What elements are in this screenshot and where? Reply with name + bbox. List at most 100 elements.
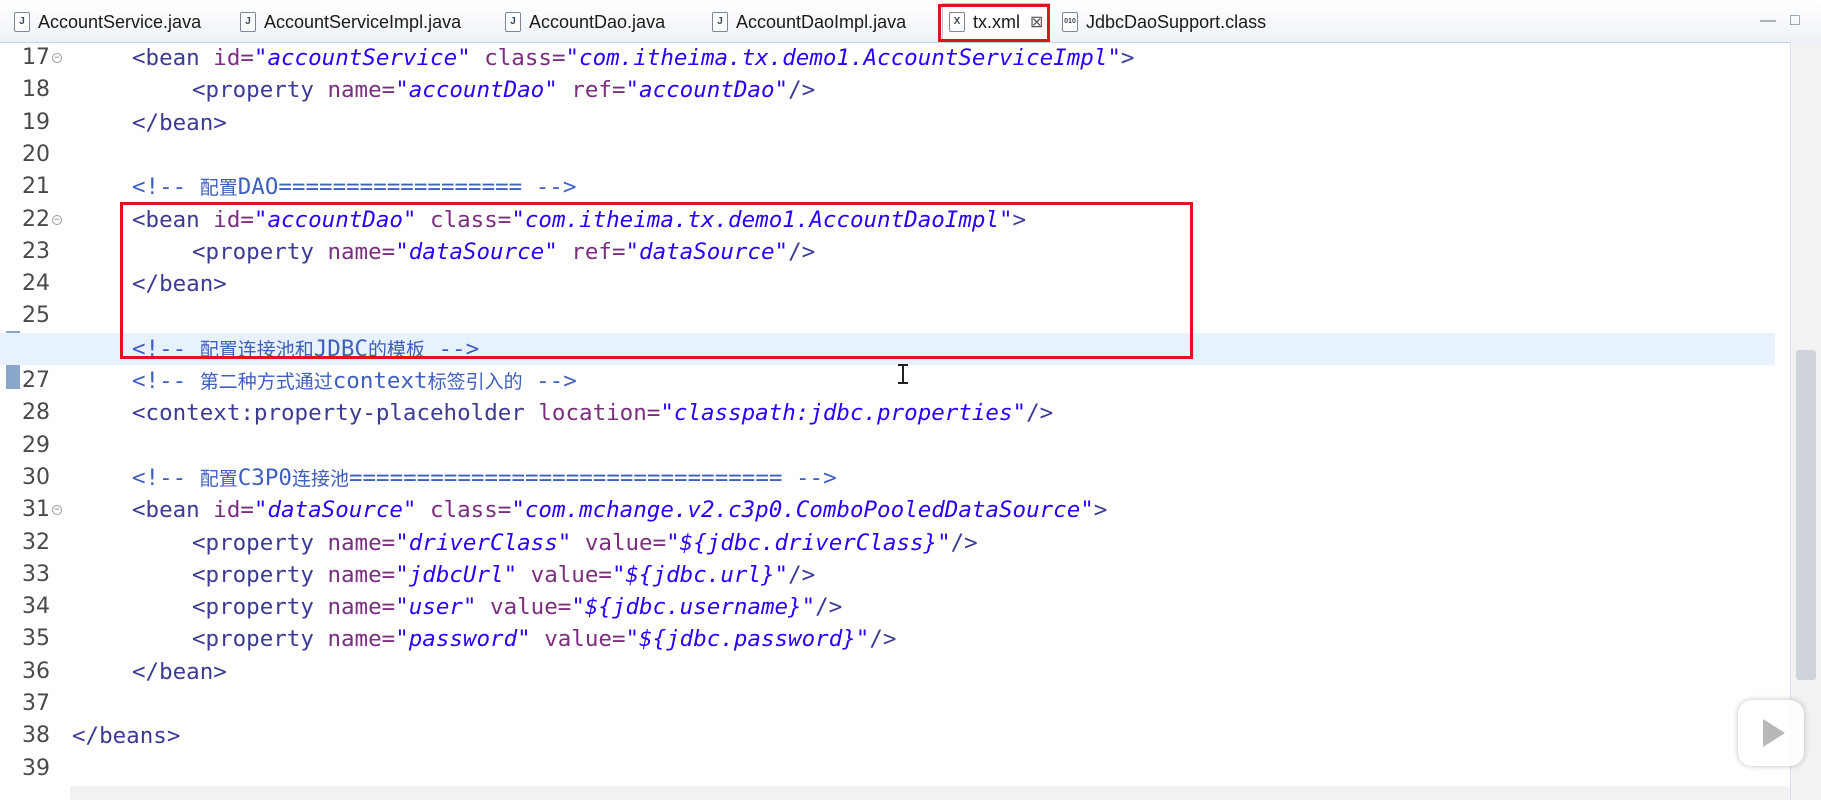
attr-value: "accountService": [253, 45, 471, 71]
comment-part: C3P0: [237, 464, 292, 491]
comment-part: <!--: [132, 368, 200, 394]
attr-value: "user": [395, 594, 477, 621]
code-line-31[interactable]: <bean id="dataSource" class="com.mchange…: [0, 494, 1775, 526]
code-text: </bean>: [132, 109, 227, 136]
code-line-30[interactable]: <!-- 配置C3P0连接池==========================…: [0, 462, 1775, 494]
attr-value: "dataSource": [253, 497, 417, 524]
code-text: <bean id="accountService" class="com.ith…: [72, 42, 1134, 74]
line-number-25: 25: [0, 300, 72, 332]
attr: value=: [517, 561, 612, 588]
play-icon[interactable]: [1738, 700, 1804, 766]
tag: />: [869, 626, 897, 653]
attr-value: "com.itheima.tx.demo1.AccountServiceImpl…: [565, 45, 1121, 71]
code-line-21[interactable]: <!-- 配置DAO================== -->: [0, 171, 1775, 203]
line-number: 25: [22, 303, 50, 329]
comment: <!-- 配置DAO================== -->: [72, 171, 576, 204]
attr-value: "${jdbc.username}": [571, 594, 816, 621]
tag: />: [788, 77, 816, 104]
tag: <property: [192, 77, 328, 104]
attr-value: "${jdbc.password}": [625, 626, 870, 653]
tag: <bean: [132, 497, 214, 524]
code-line-19[interactable]: </bean>: [0, 107, 1775, 139]
vertical-scrollbar-thumb[interactable]: [1796, 350, 1816, 680]
attr: ref=: [557, 77, 626, 104]
attr-value: "driverClass": [395, 529, 572, 556]
tab-label: AccountServiceImpl.java: [264, 11, 462, 32]
minimize-button[interactable]: —: [1760, 12, 1776, 30]
comment-part: DAO================== -->: [237, 174, 577, 201]
attr: class=: [416, 497, 512, 524]
attr: location=: [538, 400, 661, 427]
code-line-27[interactable]: <!-- 第二种方式通过context标签引入的 -->: [0, 365, 1775, 397]
attr: name=: [327, 561, 396, 588]
line-number-29: 29: [0, 430, 72, 462]
line-number: 20: [22, 141, 50, 167]
tag: <property: [192, 529, 328, 556]
tag: <property: [192, 594, 328, 621]
comment-part: 连接池: [291, 467, 349, 490]
attr: name=: [327, 529, 396, 556]
attr: value=: [530, 626, 626, 653]
tab-accountdaoimpl-java[interactable]: J AccountDaoImpl.java: [712, 6, 906, 38]
code-editor[interactable]: 17−1819202122−232425262728293031−3233343…: [0, 42, 1790, 800]
comment: <!-- 配置C3P0连接池==========================…: [72, 462, 837, 495]
code-line-32[interactable]: <property name="driverClass" value="${jd…: [0, 527, 1775, 559]
code-line-38[interactable]: </beans>: [0, 720, 1775, 752]
editor-tab-bar: J AccountService.java J AccountServiceIm…: [0, 0, 1821, 43]
java-file-icon: J: [505, 12, 521, 32]
comment-part: 配置: [199, 177, 238, 200]
tag: >: [1093, 497, 1108, 524]
tab-accountserviceimpl-java[interactable]: J AccountServiceImpl.java: [240, 6, 461, 38]
comment-part: ================================ -->: [348, 464, 837, 491]
code-line-36[interactable]: </bean>: [0, 656, 1775, 688]
attr: class=: [470, 45, 566, 71]
code-line-34[interactable]: <property name="user" value="${jdbc.user…: [0, 591, 1775, 623]
line-number: 29: [22, 432, 50, 458]
attr: name=: [327, 626, 396, 653]
attr: id=: [213, 45, 254, 71]
comment-part: 第二种方式通过: [199, 371, 333, 393]
code-line-35[interactable]: <property name="password" value="${jdbc.…: [0, 623, 1775, 655]
tag: <bean: [132, 45, 214, 71]
tab-label: AccountService.java: [38, 11, 202, 32]
tab-accountservice-java[interactable]: J AccountService.java: [14, 6, 201, 38]
attr: name=: [327, 77, 396, 104]
code-text: <property name="user" value="${jdbc.user…: [72, 591, 842, 623]
attr-value: "accountDao": [395, 77, 558, 104]
code-text: </beans>: [72, 723, 181, 750]
code-text: <property name="driverClass" value="${jd…: [72, 527, 978, 559]
tag: />: [815, 594, 843, 621]
attr-value: "jdbcUrl": [395, 561, 518, 588]
comment-part: <!--: [132, 174, 200, 201]
attr: name=: [327, 594, 396, 621]
tab-accountdao-java[interactable]: J AccountDao.java: [505, 6, 665, 38]
maximize-button[interactable]: □: [1790, 12, 1800, 30]
code-line-17[interactable]: <bean id="accountService" class="com.ith…: [0, 42, 1775, 74]
java-file-icon: J: [240, 12, 256, 32]
code-line-18[interactable]: <property name="accountDao" ref="account…: [0, 74, 1775, 106]
attr-value: "${jdbc.url}": [611, 561, 789, 588]
code-line-28[interactable]: <context:property-placeholder location="…: [0, 397, 1775, 429]
comment-part: context: [332, 368, 428, 394]
tag: <property: [192, 561, 328, 588]
horizontal-scrollbar[interactable]: [70, 786, 1790, 800]
attr-value: "password": [395, 626, 531, 653]
tab-jdbcdaosupport-class[interactable]: 010 JdbcDaoSupport.class: [1062, 6, 1266, 38]
code-line-33[interactable]: <property name="jdbcUrl" value="${jdbc.u…: [0, 559, 1775, 591]
line-number: 37: [22, 691, 50, 716]
java-file-icon: J: [14, 12, 30, 32]
tag: />: [950, 529, 978, 556]
tab-highlight-box: [938, 4, 1050, 42]
attr: value=: [571, 529, 667, 556]
line-number-20: 20: [0, 139, 72, 171]
tag: >: [1120, 45, 1135, 71]
tab-label: AccountDaoImpl.java: [736, 11, 907, 32]
line-number-37: 37: [0, 688, 72, 720]
comment-part: -->: [522, 368, 577, 394]
tag: />: [1026, 400, 1054, 427]
class-file-icon: 010: [1062, 12, 1078, 32]
tab-label: AccountDao.java: [529, 11, 666, 32]
comment-part: 标签引入的: [427, 371, 523, 393]
code-text: <property name="jdbcUrl" value="${jdbc.u…: [72, 559, 815, 591]
comment: <!-- 第二种方式通过context标签引入的 -->: [72, 365, 577, 398]
